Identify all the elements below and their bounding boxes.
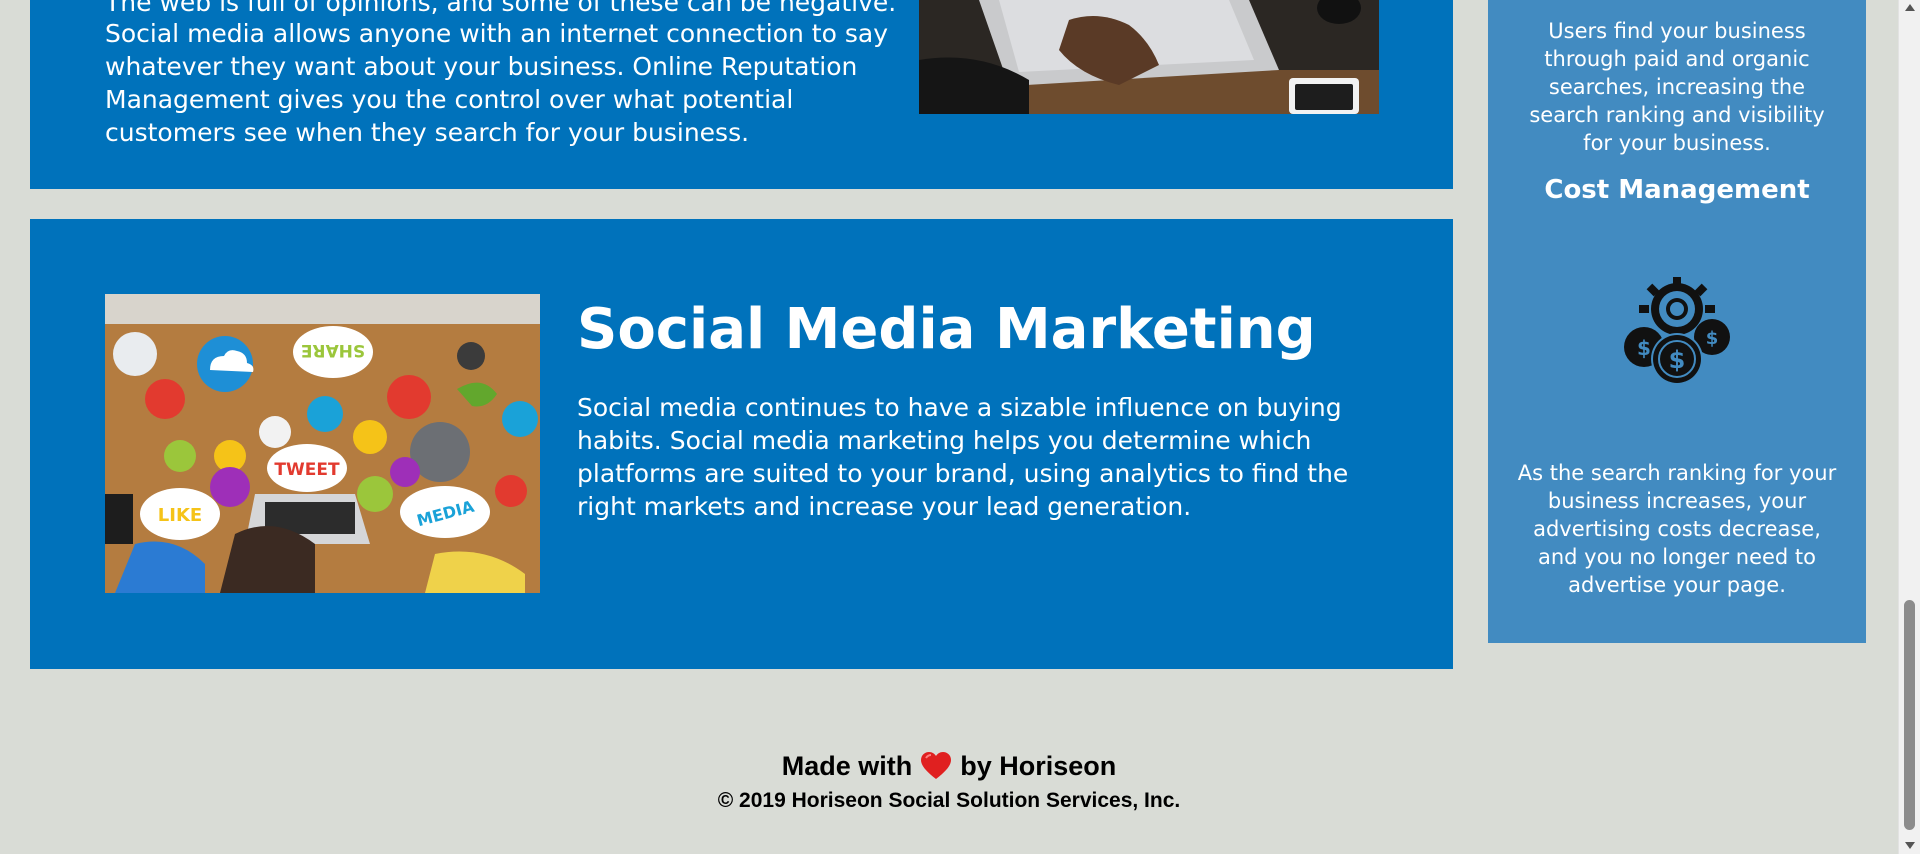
heart-icon [921, 751, 952, 779]
social-media-marketing-title: Social Media Marketing [577, 297, 1316, 362]
reputation-section: The web is full of opinions, and some of… [30, 0, 1453, 189]
lead-generation-text: Users find your business through paid an… [1529, 19, 1825, 155]
scroll-down-arrow-icon[interactable] [1905, 842, 1915, 849]
reputation-body: Social media allows anyone with an inter… [105, 19, 888, 147]
svg-text:$: $ [1706, 328, 1719, 349]
page: The web is full of opinions, and some of… [0, 0, 1920, 854]
copyright-text: © 2019 Horiseon Social Solution Services… [717, 789, 1181, 812]
social-media-image: SHARE TWEET LIKE MEDIA [105, 294, 540, 593]
like-bubble-text: LIKE [158, 505, 202, 526]
by-horiseon-text: by Horiseon [960, 751, 1117, 781]
reputation-image [919, 0, 1379, 114]
benefits-sidebar: Users find your business through paid an… [1488, 0, 1866, 643]
made-with-text: Made with [781, 751, 913, 781]
made-with-line: Made with by Horiseon [0, 746, 1898, 786]
footer: Made with by Horiseon © 2019 Horiseon So… [0, 746, 1898, 816]
svg-text:$: $ [1637, 336, 1651, 360]
social-media-marketing-section: SHARE TWEET LIKE MEDIA Social Media Mark… [30, 219, 1453, 669]
laptop-photo-illustration [919, 0, 1379, 114]
scroll-up-arrow-icon[interactable] [1905, 4, 1915, 11]
tweet-bubble-text: TWEET [274, 460, 340, 480]
vertical-scrollbar[interactable] [1898, 0, 1920, 854]
cost-management-text: As the search ranking for your business … [1517, 461, 1837, 597]
social-media-marketing-body: Social media continues to have a sizable… [577, 393, 1349, 521]
social-media-photo-illustration: SHARE TWEET LIKE MEDIA [105, 294, 540, 593]
share-bubble-text: SHARE [301, 340, 365, 360]
scrollbar-thumb[interactable] [1904, 600, 1915, 830]
svg-text:$: $ [1669, 346, 1686, 374]
cost-management-title: Cost Management [1544, 175, 1810, 205]
cost-management-icon: $ $ $ [1619, 275, 1735, 391]
